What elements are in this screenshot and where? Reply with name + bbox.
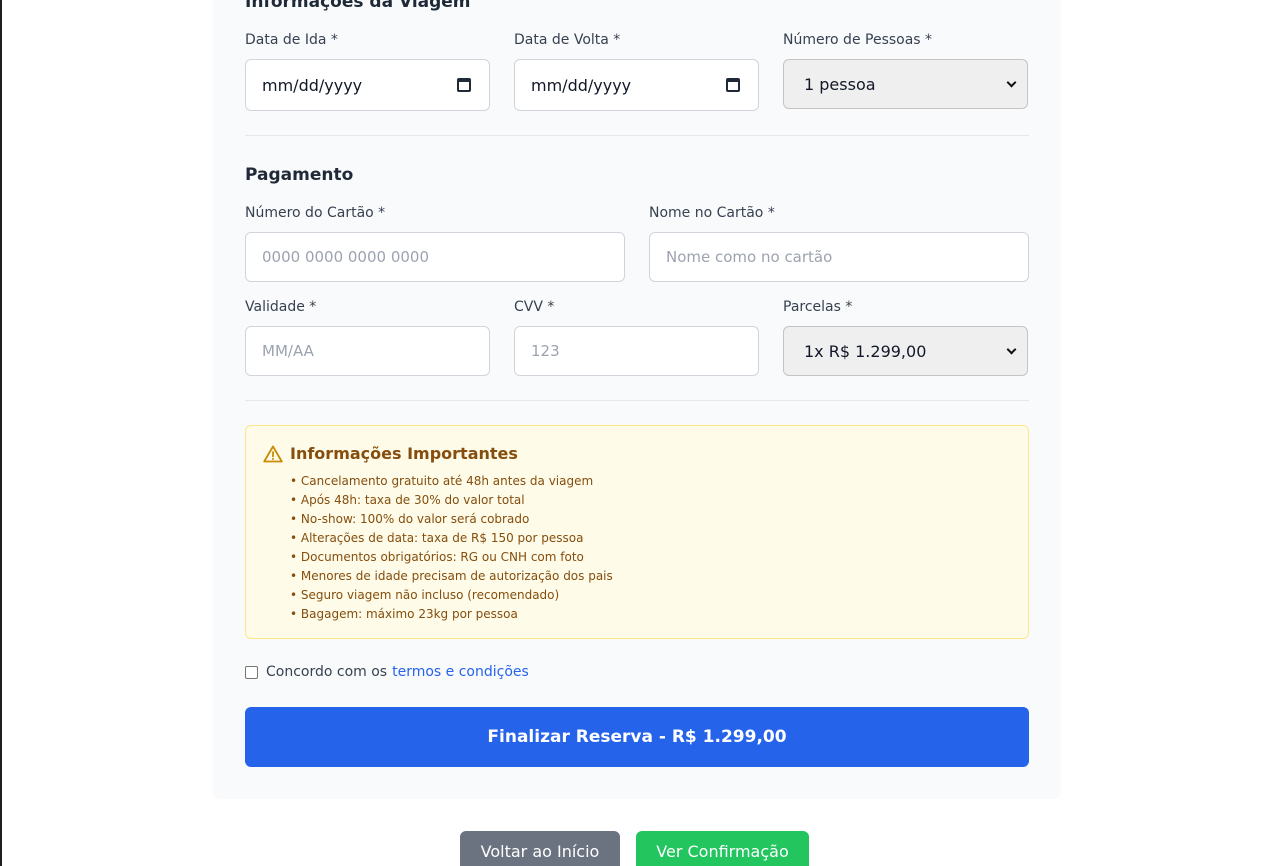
date-back-value: mm/dd/yyyy [531,75,632,95]
chevron-down-icon [1006,344,1017,355]
list-item: • Alterações de data: taxa de R$ 150 por… [290,531,584,545]
list-item: • Documentos obrigatórios: RG ou CNH com… [290,550,584,564]
divider [245,135,1029,136]
installments-selected-value: 1x R$ 1.299,00 [804,341,927,361]
list-item: • Seguro viagem não incluso (recomendado… [290,588,560,602]
list-item: • No-show: 100% do valor será cobrado [290,512,530,526]
date-out-input[interactable]: mm/dd/yyyy [245,59,490,111]
date-back-label: Data de Volta * [514,32,621,48]
expiry-placeholder: MM/AA [262,342,314,360]
people-select[interactable]: 1 pessoa [783,59,1028,109]
card-number-placeholder: 0000 0000 0000 0000 [262,248,429,266]
cvv-label: CVV * [514,299,555,315]
divider [245,400,1029,401]
installments-label: Parcelas * [783,299,853,315]
terms-checkbox[interactable] [245,665,258,679]
important-info-list: • Cancelamento gratuito até 48h antes da… [290,472,613,624]
cvv-placeholder: 123 [531,342,560,360]
booking-form-card: Informações da Viagem Data de Ida * mm/d… [213,0,1061,799]
important-info-box: Informações Importantes • Cancelamento g… [245,425,1029,639]
date-out-value: mm/dd/yyyy [262,75,363,95]
important-info-title: Informações Importantes [290,444,518,463]
card-number-label: Número do Cartão * [245,205,386,221]
card-name-placeholder: Nome como no cartão [666,248,833,266]
terms-link[interactable]: termos e condições [392,664,529,680]
chevron-down-icon [1006,77,1017,88]
back-home-button[interactable]: Voltar ao Início [460,831,620,866]
payment-section-title: Pagamento [245,165,354,185]
calendar-icon[interactable] [457,78,471,92]
people-selected-value: 1 pessoa [804,74,876,94]
list-item: • Menores de idade precisam de autorizaç… [290,569,613,583]
installments-select[interactable]: 1x R$ 1.299,00 [783,326,1028,376]
expiry-input[interactable]: MM/AA [245,326,490,376]
list-item: • Após 48h: taxa de 30% do valor total [290,493,525,507]
people-label: Número de Pessoas * [783,32,933,48]
view-confirmation-button[interactable]: Ver Confirmação [636,831,809,866]
card-number-input[interactable]: 0000 0000 0000 0000 [245,232,625,282]
calendar-icon[interactable] [726,78,740,92]
list-item: • Cancelamento gratuito até 48h antes da… [290,474,594,488]
expiry-label: Validade * [245,299,317,315]
trip-section-title: Informações da Viagem [245,0,471,12]
terms-row: Concordo com os termos e condições [245,664,529,680]
date-out-label: Data de Ida * [245,32,338,48]
card-name-input[interactable]: Nome como no cartão [649,232,1029,282]
list-item: • Bagagem: máximo 23kg por pessoa [290,607,518,621]
finalize-booking-button[interactable]: Finalizar Reserva - R$ 1.299,00 [245,707,1029,767]
terms-text: Concordo com os [266,664,388,680]
warning-triangle-icon [263,445,283,463]
cvv-input[interactable]: 123 [514,326,759,376]
card-name-label: Nome no Cartão * [649,205,775,221]
date-back-input[interactable]: mm/dd/yyyy [514,59,759,111]
